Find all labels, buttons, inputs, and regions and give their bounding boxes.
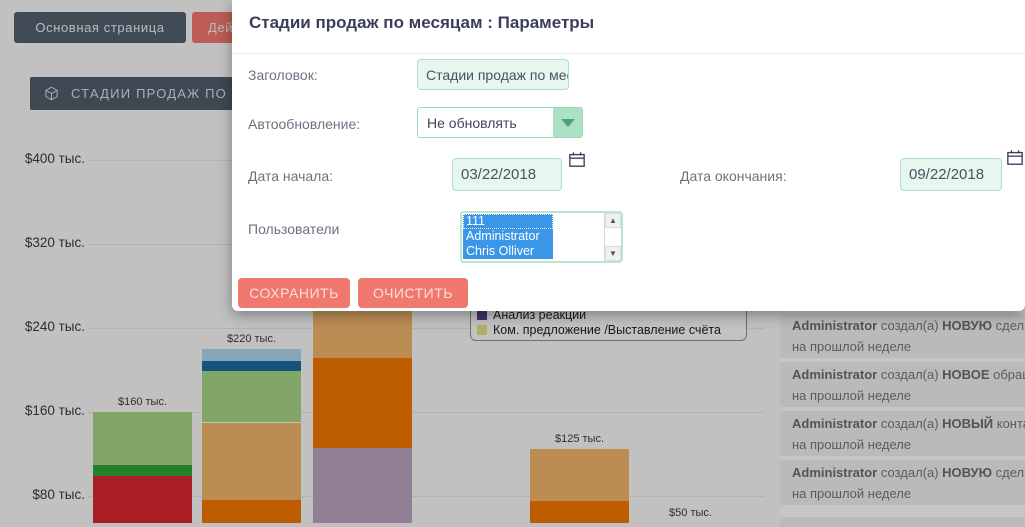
user-option[interactable]: 111 [463, 214, 553, 229]
calendar-icon[interactable] [1006, 149, 1024, 166]
end-date-label: Дата окончания: [680, 168, 787, 184]
title-field-label: Заголовок: [248, 67, 318, 83]
autorefresh-select[interactable]: Не обновлять [417, 107, 583, 138]
save-button[interactable]: СОХРАНИТЬ [238, 278, 350, 308]
users-multiselect[interactable]: 111 Administrator Chris Olliver ▲ ▼ [460, 211, 623, 263]
scroll-down-icon[interactable]: ▼ [605, 246, 621, 261]
user-option[interactable]: Chris Olliver [463, 244, 553, 259]
title-input[interactable]: Стадии продаж по месяц [417, 59, 569, 90]
divider [232, 53, 1025, 54]
start-date-label: Дата начала: [248, 168, 334, 184]
chart-parameters-dialog: Стадии продаж по месяцам : Параметры Заг… [232, 0, 1025, 311]
chevron-down-icon[interactable] [553, 108, 582, 137]
users-label: Пользователи [248, 221, 340, 237]
scroll-up-icon[interactable]: ▲ [605, 213, 621, 228]
autorefresh-value: Не обновлять [427, 114, 517, 131]
start-date-input[interactable]: 03/22/2018 [452, 158, 562, 191]
calendar-icon[interactable] [568, 151, 586, 168]
clear-button[interactable]: ОЧИСТИТЬ [358, 278, 468, 308]
end-date-input[interactable]: 09/22/2018 [900, 158, 1002, 191]
scrollbar[interactable]: ▲ ▼ [604, 213, 621, 261]
dialog-title: Стадии продаж по месяцам : Параметры [249, 13, 595, 32]
user-option[interactable]: Administrator [463, 229, 553, 244]
autorefresh-label: Автообновление: [248, 116, 361, 132]
